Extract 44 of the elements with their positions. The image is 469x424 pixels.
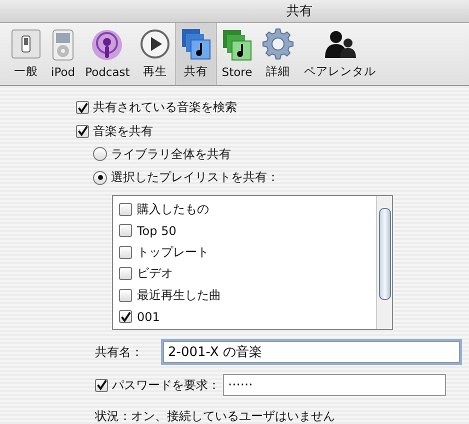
- music-share-icon: [180, 28, 211, 60]
- toolbar-tab[interactable]: Podcast: [80, 23, 135, 85]
- checkbox-label: 共有されている音楽を検索: [93, 99, 237, 116]
- checkbox[interactable]: [119, 246, 132, 259]
- checkbox-label: 音楽を共有: [93, 122, 153, 140]
- checkbox[interactable]: [119, 310, 132, 324]
- radio-label: 選択したプレイリストを共有：: [111, 169, 279, 186]
- people-icon: [323, 30, 358, 58]
- toolbar-tab[interactable]: iPod: [46, 23, 80, 85]
- toolbar-tab[interactable]: ペアレンタル: [299, 23, 382, 85]
- switch-icon: [11, 29, 41, 59]
- playlist-item[interactable]: 最近再生した曲: [137, 286, 221, 304]
- playlist-item[interactable]: 001: [137, 310, 160, 324]
- radio-button[interactable]: [93, 170, 107, 185]
- field-label: 共有名：: [95, 344, 144, 361]
- toolbar-tab[interactable]: 再生: [134, 23, 175, 85]
- toolbar-tab[interactable]: Store: [216, 23, 258, 85]
- checkbox[interactable]: [119, 224, 132, 238]
- window-title: 共有: [286, 3, 312, 20]
- checkbox[interactable]: [76, 124, 89, 138]
- share-name-field[interactable]: 2-001-X の音楽: [163, 341, 460, 364]
- checkbox[interactable]: [119, 267, 132, 280]
- checkbox[interactable]: [119, 288, 132, 302]
- checkbox-label: パスワードを要求：: [112, 376, 220, 394]
- checkbox[interactable]: [119, 202, 132, 216]
- toolbar-tab[interactable]: 共有: [174, 23, 217, 85]
- podcast-icon: [91, 29, 124, 61]
- playlist-item[interactable]: ビデオ: [137, 265, 173, 282]
- play-icon: [140, 29, 170, 59]
- ipod-icon: [52, 29, 74, 61]
- toolbar-tab[interactable]: 詳細: [257, 23, 300, 85]
- music-store-icon: [222, 29, 252, 61]
- checkbox[interactable]: [95, 378, 108, 392]
- radio-label: ライブラリ全体を共有: [111, 146, 231, 163]
- playlist-item[interactable]: 購入したもの: [137, 200, 209, 218]
- scrollbar[interactable]: [376, 196, 392, 329]
- status-text: 状況：オン、接続しているユーザはいません: [95, 408, 336, 424]
- toolbar-tab[interactable]: 一般: [6, 23, 46, 85]
- gear-icon: [262, 28, 294, 60]
- radio-button[interactable]: [93, 147, 107, 162]
- playlist-item[interactable]: Top 50: [137, 224, 176, 238]
- checkbox[interactable]: [76, 101, 89, 114]
- password-field[interactable]: ······: [223, 374, 446, 396]
- playlist-item[interactable]: トップレート: [137, 244, 209, 261]
